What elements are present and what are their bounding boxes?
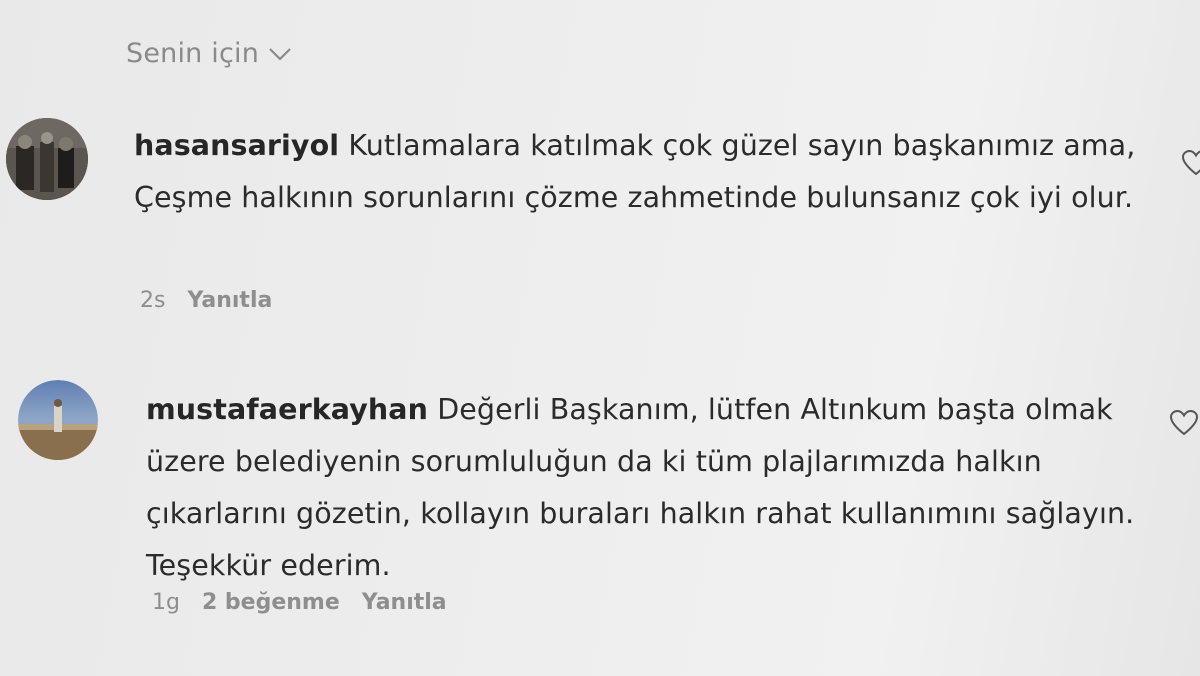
comment-body: hasansariyol Kutlamalara katılmak çok gü…	[134, 120, 1144, 224]
comment-username[interactable]: hasansariyol	[134, 129, 339, 162]
reply-button[interactable]: Yanıtla	[362, 590, 447, 615]
reply-button[interactable]: Yanıtla	[187, 288, 272, 313]
comment-body: mustafaerkayhan Değerli Başkanım, lütfen…	[146, 384, 1136, 592]
sort-dropdown[interactable]: Senin için	[126, 38, 293, 69]
likes-count[interactable]: 2 beğenme	[202, 590, 340, 615]
comment-meta: 1g 2 beğenme Yanıtla	[152, 590, 469, 615]
heart-icon[interactable]	[1182, 150, 1200, 176]
avatar-photo	[18, 380, 98, 460]
comment-time: 2s	[140, 288, 166, 313]
avatar-photo	[6, 118, 88, 200]
heart-icon[interactable]	[1170, 410, 1198, 436]
comment-username[interactable]: mustafaerkayhan	[146, 393, 428, 426]
chevron-down-icon	[269, 47, 291, 61]
sort-label: Senin için	[126, 38, 260, 69]
comment-time: 1g	[152, 590, 180, 615]
comment-meta: 2s Yanıtla	[140, 288, 294, 313]
avatar[interactable]	[6, 118, 88, 200]
avatar[interactable]	[18, 380, 98, 460]
